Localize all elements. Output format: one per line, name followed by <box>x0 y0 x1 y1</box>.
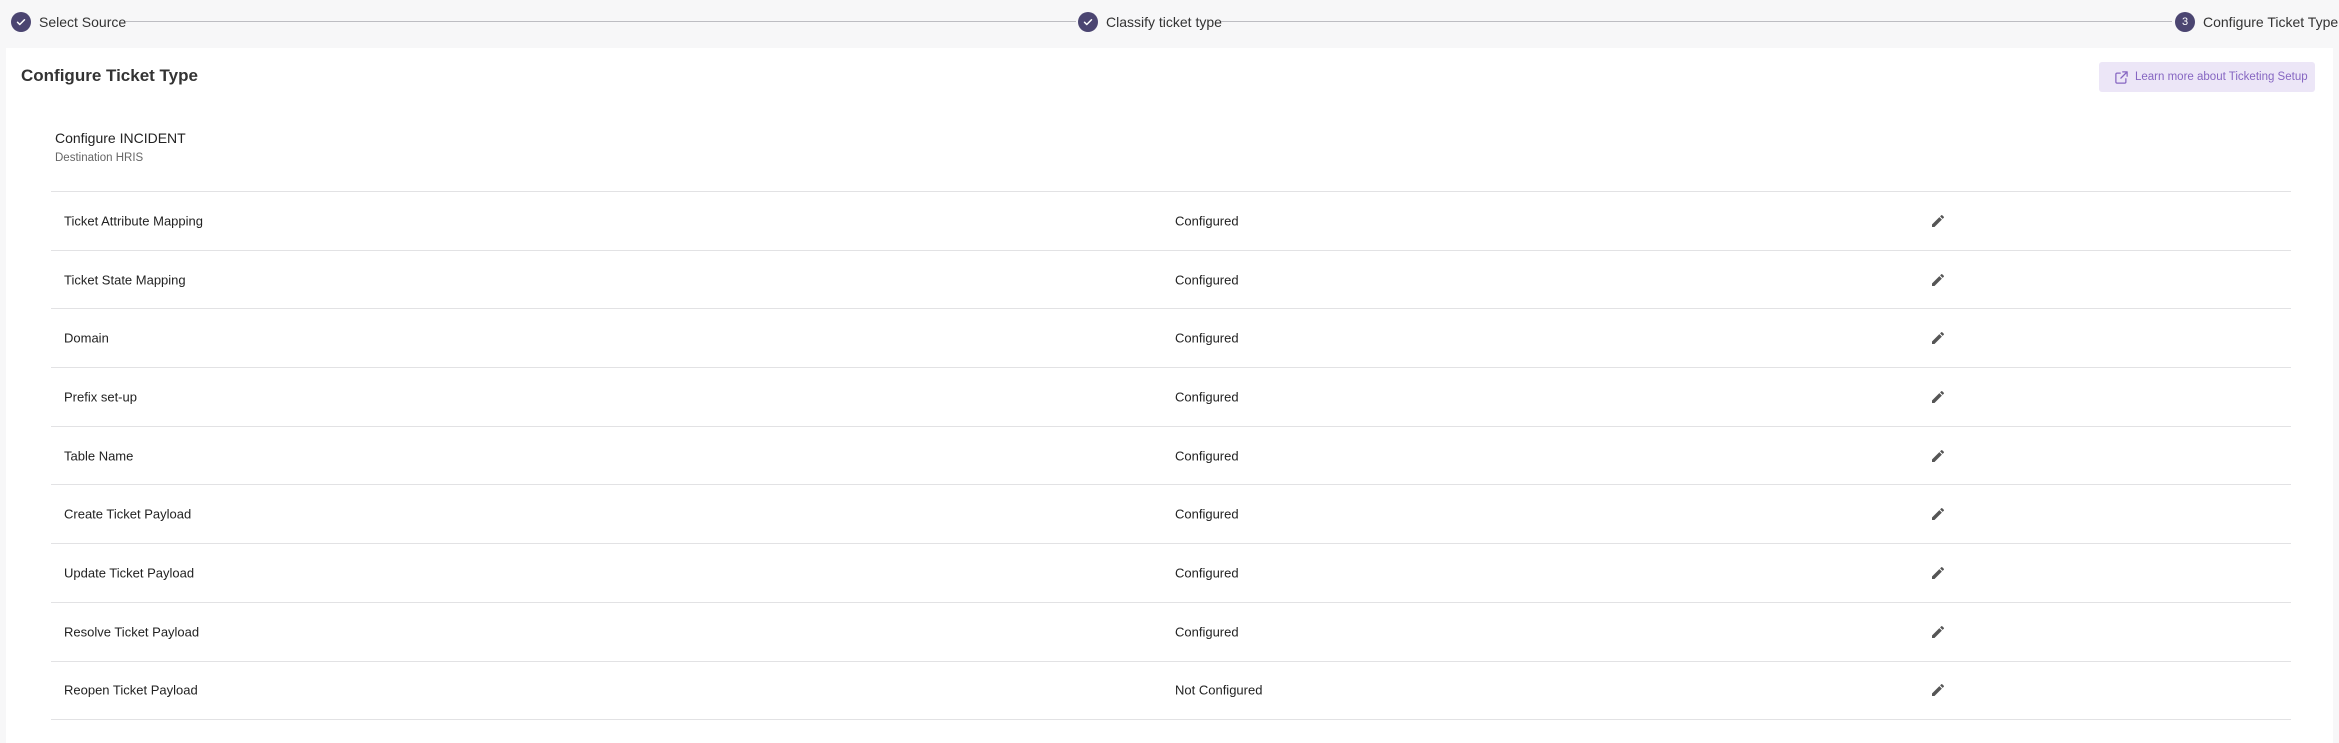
row-name: Domain <box>64 330 109 346</box>
main-card: Configure Ticket Type Learn more about T… <box>6 48 2333 743</box>
external-link-icon <box>2115 70 2128 84</box>
row-name: Ticket Attribute Mapping <box>64 213 203 229</box>
table-row: Ticket State Mapping Configured <box>51 251 2291 310</box>
check-icon <box>1078 12 1098 32</box>
stepper-line-2 <box>1220 21 2172 22</box>
step-label: Select Source <box>39 14 127 30</box>
config-title: Configure INCIDENT <box>55 130 186 146</box>
page-title: Configure Ticket Type <box>21 66 198 85</box>
edit-button[interactable] <box>1927 269 1949 291</box>
edit-button[interactable] <box>1927 327 1949 349</box>
row-name: Update Ticket Payload <box>64 565 195 581</box>
edit-button[interactable] <box>1927 210 1949 232</box>
row-status: Configured <box>1175 330 1239 346</box>
step-number: 3 <box>2175 12 2195 32</box>
pencil-icon <box>1932 566 1944 579</box>
step-classify-ticket-type[interactable]: Classify ticket type <box>1078 11 1222 33</box>
pencil-icon <box>1932 332 1944 345</box>
step-label: Configure Ticket Type <box>2203 14 2339 30</box>
stepper-line-1 <box>125 21 1076 22</box>
pencil-icon <box>1932 508 1944 521</box>
table-row: Reopen Ticket Payload Not Configured <box>51 662 2291 721</box>
pencil-icon <box>1932 273 1944 286</box>
row-name: Reopen Ticket Payload <box>64 682 198 698</box>
row-name: Prefix set-up <box>64 389 137 405</box>
pencil-icon <box>1932 214 1944 227</box>
edit-button[interactable] <box>1927 445 1949 467</box>
config-subtitle: Destination HRIS <box>55 152 144 164</box>
learn-more-label: Learn more about Ticketing Setup <box>2135 71 2308 83</box>
learn-more-button[interactable]: Learn more about Ticketing Setup <box>2099 62 2315 92</box>
table-row: Ticket Attribute Mapping Configured <box>51 192 2291 251</box>
row-status: Configured <box>1175 213 1239 229</box>
row-name: Table Name <box>64 448 134 464</box>
row-status: Configured <box>1175 389 1239 405</box>
config-header: Configure INCIDENT Destination HRIS <box>55 130 186 164</box>
table-row: Create Ticket Payload Configured <box>51 485 2291 545</box>
row-name: Create Ticket Payload <box>64 506 192 522</box>
row-status: Configured <box>1175 448 1239 464</box>
config-table: Ticket Attribute Mapping Configured Tick… <box>51 191 2291 721</box>
table-row: Table Name Configured <box>51 427 2291 486</box>
table-row: Resolve Ticket Payload Configured <box>51 603 2291 662</box>
edit-button[interactable] <box>1927 386 1949 408</box>
step-configure-ticket-type[interactable]: 3 Configure Ticket Type <box>2175 11 2338 33</box>
row-name: Resolve Ticket Payload <box>64 624 200 640</box>
table-row: Prefix set-up Configured <box>51 368 2291 427</box>
pencil-icon <box>1932 625 1944 638</box>
row-status: Configured <box>1175 565 1239 581</box>
step-label: Classify ticket type <box>1106 14 1222 30</box>
edit-button[interactable] <box>1927 679 1949 701</box>
check-icon <box>11 12 31 32</box>
pencil-icon <box>1932 449 1944 462</box>
step-select-source[interactable]: Select Source <box>11 11 126 33</box>
pencil-icon <box>1932 390 1944 403</box>
stepper: Select Source Classify ticket type 3 Con… <box>0 0 2339 44</box>
table-row: Domain Configured <box>51 309 2291 369</box>
pencil-icon <box>1932 684 1944 697</box>
edit-button[interactable] <box>1927 562 1949 584</box>
row-name: Ticket State Mapping <box>64 272 186 288</box>
row-status: Configured <box>1175 272 1239 288</box>
row-status: Not Configured <box>1175 682 1263 698</box>
edit-button[interactable] <box>1927 621 1949 643</box>
table-row: Update Ticket Payload Configured <box>51 544 2291 603</box>
row-status: Configured <box>1175 506 1239 522</box>
row-status: Configured <box>1175 624 1239 640</box>
edit-button[interactable] <box>1927 503 1949 525</box>
